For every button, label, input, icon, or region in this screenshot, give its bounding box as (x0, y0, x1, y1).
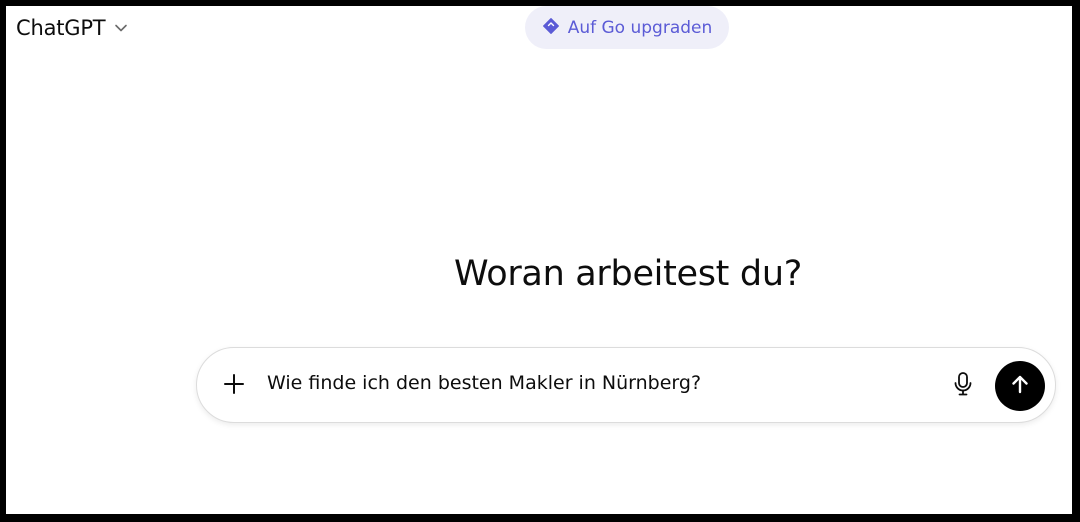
upgrade-button[interactable]: Auf Go upgraden (525, 6, 729, 49)
arrow-up-icon (1009, 373, 1031, 399)
diamond-icon (542, 17, 560, 39)
prompt-input[interactable]: Wie finde ich den besten Makler in Nürnb… (267, 372, 701, 394)
app-window: ChatGPT Auf Go upgraden Woran arbeitest … (6, 6, 1072, 514)
prompt-composer: Wie finde ich den besten Makler in Nürnb… (196, 347, 1056, 423)
send-button[interactable] (995, 361, 1045, 411)
microphone-icon (952, 371, 974, 401)
chevron-down-icon (113, 20, 129, 36)
model-name: ChatGPT (16, 16, 106, 40)
model-selector[interactable]: ChatGPT (16, 14, 129, 42)
voice-input-button[interactable] (949, 372, 977, 400)
page-title: Woran arbeitest du? (453, 254, 803, 294)
upgrade-label: Auf Go upgraden (567, 17, 713, 38)
add-attachment-button[interactable] (219, 371, 249, 401)
plus-icon (223, 373, 245, 399)
